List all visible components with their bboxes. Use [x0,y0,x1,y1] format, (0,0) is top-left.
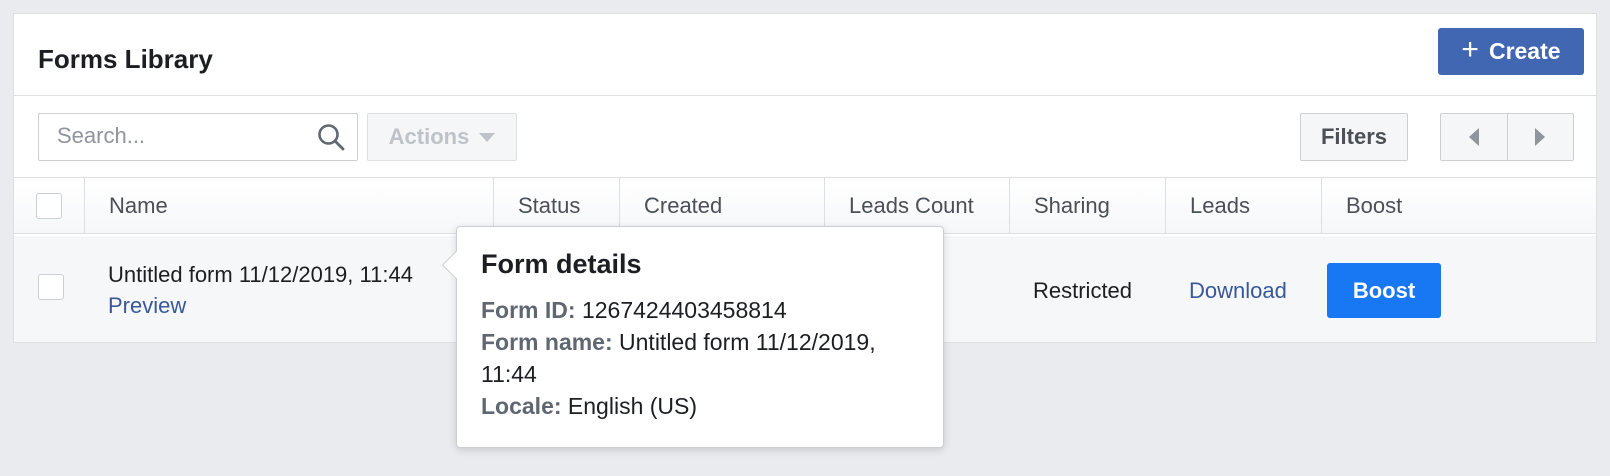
form-id-value: 1267424403458814 [581,297,787,323]
column-header-boost[interactable]: Boost [1321,178,1596,234]
download-link[interactable]: Download [1189,278,1287,304]
preview-link[interactable]: Preview [108,293,186,319]
plus-icon: + [1461,33,1479,66]
search-icon[interactable] [317,123,345,151]
column-header-leads[interactable]: Leads [1165,178,1321,234]
prev-page-button[interactable] [1441,114,1508,160]
search-input[interactable] [55,114,315,158]
select-all-checkbox[interactable] [36,193,62,219]
create-button[interactable]: + Create [1438,28,1584,75]
next-page-button[interactable] [1508,114,1574,160]
header-checkbox-cell [14,178,84,234]
actions-label: Actions [388,124,470,149]
filters-button[interactable]: Filters [1300,113,1408,161]
toolbar: Actions Filters [14,96,1596,178]
locale-value: English (US) [567,393,698,419]
arrow-right-icon [1535,128,1546,146]
search-box[interactable] [38,113,358,161]
panel-header: Forms Library + Create [14,14,1596,96]
caret-down-icon [479,132,496,142]
create-button-label: Create [1488,38,1561,64]
boost-button[interactable]: Boost [1327,263,1441,318]
arrow-left-icon [1468,128,1479,146]
form-name-line: Form name: Untitled form 11/12/2019, 11:… [481,326,919,390]
pagination [1440,113,1574,161]
form-details-tooltip: Form details Form ID: 1267424403458814 F… [441,226,944,448]
column-header-name[interactable]: Name [84,178,493,234]
sharing-value: Restricted [1033,278,1133,303]
locale-label: Locale: [481,393,562,419]
row-checkbox[interactable] [38,274,64,300]
form-id-label: Form ID: [481,297,576,323]
locale-line: Locale: English (US) [481,390,919,422]
form-id-line: Form ID: 1267424403458814 [481,294,919,326]
tooltip-title: Form details [481,249,642,279]
form-name-label: Form name: [481,329,613,355]
actions-dropdown[interactable]: Actions [367,113,517,161]
page-title: Forms Library [38,44,213,74]
column-header-sharing[interactable]: Sharing [1009,178,1165,234]
form-name: Untitled form 11/12/2019, 11:44 [108,262,413,287]
